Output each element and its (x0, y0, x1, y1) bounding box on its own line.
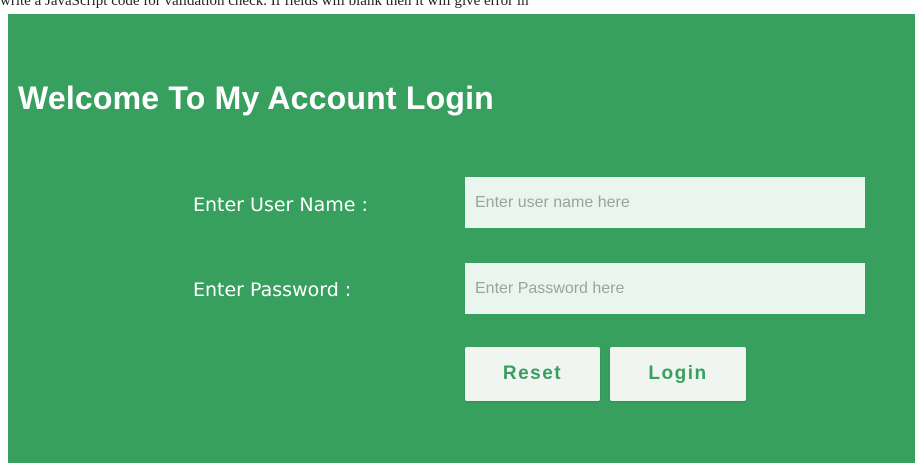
username-label: Enter User Name : (193, 194, 368, 216)
top-text-strip: write a JavaScript code for validation c… (0, 0, 915, 14)
password-input[interactable] (465, 263, 865, 314)
reset-button[interactable]: Reset (465, 347, 600, 401)
login-button[interactable]: Login (610, 347, 746, 401)
cropped-instruction-text: write a JavaScript code for validation c… (0, 0, 529, 9)
username-input[interactable] (465, 177, 865, 228)
login-panel: Welcome To My Account Login Enter User N… (8, 14, 915, 463)
page-title: Welcome To My Account Login (18, 80, 494, 116)
password-label: Enter Password : (193, 279, 352, 301)
